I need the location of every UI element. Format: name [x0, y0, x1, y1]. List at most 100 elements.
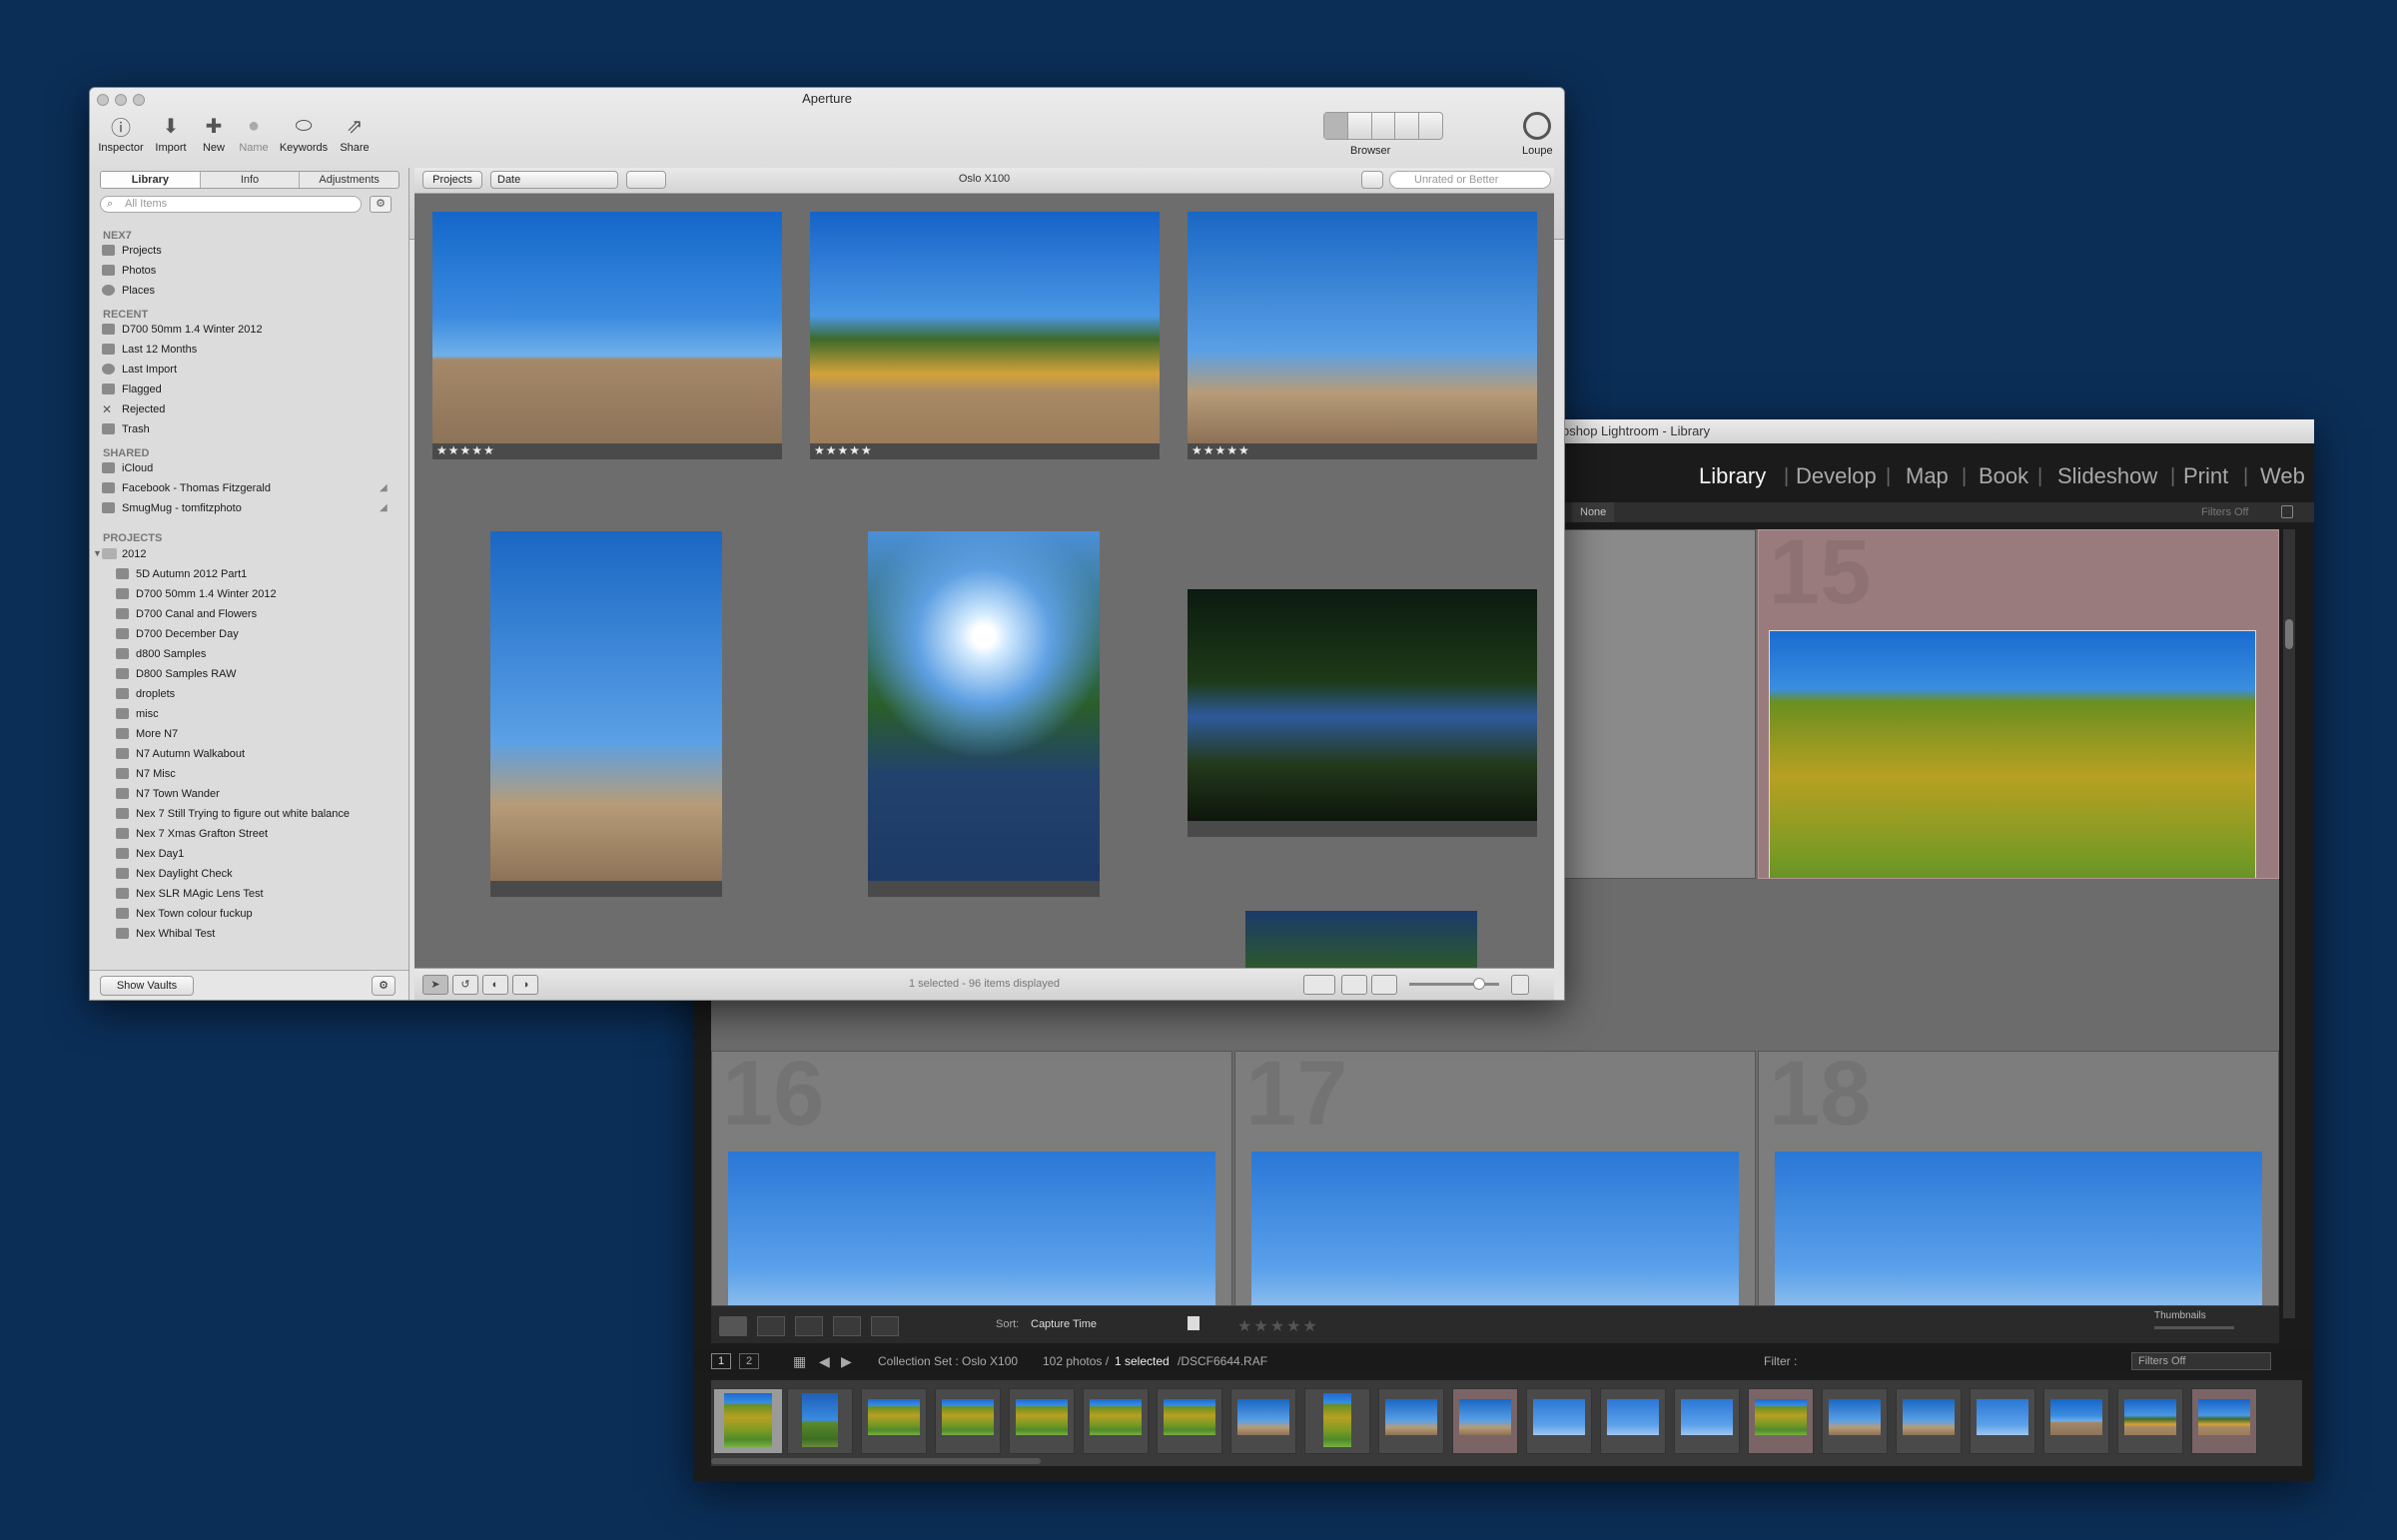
- sidebar-item-facebook[interactable]: Facebook - Thomas Fitzgerald: [102, 480, 271, 496]
- sidebar-item-project[interactable]: Nex 7 Xmas Grafton Street: [116, 826, 268, 842]
- sidebar-item-project[interactable]: D700 December Day: [116, 626, 239, 642]
- filmstrip-thumb[interactable]: [1674, 1388, 1740, 1454]
- browser-view-button[interactable]: [1324, 113, 1348, 139]
- filter-none[interactable]: None: [1572, 502, 1614, 522]
- filmstrip-thumb-selected[interactable]: [713, 1388, 783, 1454]
- filmstrip-thumb[interactable]: [1748, 1388, 1814, 1454]
- lock-icon[interactable]: [2281, 505, 2293, 518]
- library-filter-input[interactable]: All Items: [100, 196, 362, 213]
- show-vaults-button[interactable]: Show Vaults: [100, 976, 194, 996]
- survey-view-icon[interactable]: [833, 1316, 861, 1336]
- filmstrip-thumb[interactable]: [787, 1388, 853, 1454]
- display-1-button[interactable]: 1: [711, 1353, 731, 1369]
- scroll-thumb[interactable]: [2285, 619, 2293, 649]
- sidebar-item-project[interactable]: Nex Town colour fuckup: [116, 906, 253, 922]
- sidebar-item-project[interactable]: D700 Canal and Flowers: [116, 606, 257, 622]
- filmstrip-thumb[interactable]: [1822, 1388, 1888, 1454]
- module-map[interactable]: Map: [1906, 463, 1949, 489]
- sidebar-item-recent[interactable]: D700 50mm 1.4 Winter 2012: [102, 322, 263, 338]
- photo-lamp-post[interactable]: [1188, 212, 1537, 443]
- filmstrip-thumb[interactable]: [1452, 1388, 1518, 1454]
- forward-arrow-icon[interactable]: ▶: [841, 1350, 852, 1372]
- sidebar-item-project[interactable]: More N7: [116, 726, 178, 742]
- sidebar-item-project[interactable]: Nex Daylight Check: [116, 866, 233, 882]
- sidebar-item-project[interactable]: D800 Samples RAW: [116, 666, 236, 682]
- rating-filter-field[interactable]: Unrated or Better: [1389, 171, 1551, 189]
- filmstrip-thumb[interactable]: [935, 1388, 1001, 1454]
- grid-cell[interactable]: 16: [711, 1051, 1232, 1318]
- sidebar-item-flagged[interactable]: Flagged: [102, 382, 162, 397]
- filmstrip-thumb[interactable]: [861, 1388, 927, 1454]
- photo-sunburst-path[interactable]: [868, 531, 1100, 881]
- faces-view-button[interactable]: [1395, 113, 1419, 139]
- file-name[interactable]: /DSCF6644.RAF: [1178, 1350, 1267, 1372]
- rating-stars[interactable]: ★★★★★: [432, 443, 782, 459]
- sidebar-item-project[interactable]: N7 Town Wander: [116, 786, 220, 802]
- thumbnail-park-trees[interactable]: [1769, 630, 2256, 879]
- sort-select[interactable]: Capture Time: [1031, 1318, 1097, 1330]
- filmstrip-thumb[interactable]: [1157, 1388, 1222, 1454]
- flag-icon[interactable]: [1188, 1316, 1199, 1330]
- sidebar-item-smugmug[interactable]: SmugMug - tomfitzphoto: [102, 500, 242, 516]
- keywords-button[interactable]: ⬭Keywords: [276, 112, 332, 154]
- filmstrip-thumb[interactable]: [1896, 1388, 1962, 1454]
- thumbnail-flags[interactable]: [1775, 1152, 2262, 1318]
- filmstrip-scrollbar[interactable]: [711, 1458, 1041, 1464]
- filmstrip-filter-select[interactable]: Filters Off: [2131, 1352, 2271, 1370]
- module-slideshow[interactable]: Slideshow: [2057, 463, 2157, 489]
- sidebar-item-places[interactable]: Places: [102, 283, 155, 299]
- sidebar-item-projects[interactable]: Projects: [102, 243, 162, 259]
- module-library[interactable]: Library: [1699, 463, 1766, 489]
- gear-button[interactable]: ⚙: [372, 976, 396, 996]
- filters-off-top[interactable]: Filters Off: [2201, 502, 2248, 522]
- library-gear-button[interactable]: ⚙: [370, 196, 392, 213]
- sidebar-item-project[interactable]: Nex Whibal Test: [116, 926, 215, 942]
- sidebar-folder-2012[interactable]: 2012: [102, 546, 146, 562]
- new-button[interactable]: ✚New: [194, 112, 234, 154]
- loupe-icon[interactable]: [1523, 112, 1551, 140]
- viewer-button[interactable]: [1341, 975, 1367, 995]
- rating-stars[interactable]: ★★★★★: [1188, 443, 1537, 459]
- filmstrip-thumb[interactable]: [1009, 1388, 1075, 1454]
- grid-scrollbar[interactable]: [2283, 529, 2295, 1318]
- large-thumb-icon[interactable]: [1511, 975, 1529, 995]
- metadata-overlay-button[interactable]: [1303, 975, 1335, 995]
- grid-cell-selected[interactable]: 15 ★★★★★: [1758, 529, 2279, 879]
- disclosure-triangle-icon[interactable]: ▼: [93, 548, 102, 558]
- module-print[interactable]: Print: [2183, 463, 2228, 489]
- filmstrip-thumb[interactable]: [1970, 1388, 2035, 1454]
- sidebar-item-project[interactable]: d800 Samples: [116, 646, 206, 662]
- sidebar-item-icloud[interactable]: iCloud: [102, 460, 153, 476]
- people-view-icon[interactable]: [871, 1316, 899, 1336]
- photo-portrait-square[interactable]: [490, 531, 722, 881]
- thumbnail-flags[interactable]: [1251, 1152, 1739, 1318]
- module-web[interactable]: Web: [2260, 463, 2305, 489]
- thumbnail-flags[interactable]: [728, 1152, 1215, 1318]
- viewer-view-button[interactable]: [1372, 113, 1396, 139]
- split-view-button[interactable]: [1348, 113, 1372, 139]
- compare-view-icon[interactable]: [795, 1316, 823, 1336]
- toolbar-rating-stars[interactable]: ★★★★★: [1237, 1316, 1319, 1336]
- sidebar-item-rejected[interactable]: ✕Rejected: [102, 401, 165, 417]
- sidebar-item-project[interactable]: Nex 7 Still Trying to figure out white b…: [116, 806, 350, 822]
- filmstrip-thumb[interactable]: [1230, 1388, 1296, 1454]
- places-view-button[interactable]: [1419, 113, 1442, 139]
- filmstrip-thumb[interactable]: [1304, 1388, 1370, 1454]
- tab-library[interactable]: Library: [101, 172, 201, 188]
- sidebar-item-project[interactable]: Nex SLR MAgic Lens Test: [116, 886, 264, 902]
- filmstrip-thumb[interactable]: [1600, 1388, 1666, 1454]
- grid-icon[interactable]: ▦: [793, 1350, 806, 1372]
- sidebar-item-recent[interactable]: Last Import: [102, 362, 177, 378]
- filter-hud-button[interactable]: [1361, 171, 1383, 189]
- collection-path[interactable]: Collection Set : Oslo X100: [878, 1350, 1018, 1372]
- sidebar-item-project[interactable]: 5D Autumn 2012 Part1: [116, 566, 247, 582]
- back-arrow-icon[interactable]: ◀: [819, 1350, 830, 1372]
- filmstrip-thumb[interactable]: [2043, 1388, 2109, 1454]
- tab-info[interactable]: Info: [201, 172, 301, 188]
- photo-partial[interactable]: [1245, 911, 1477, 968]
- sidebar-item-project[interactable]: Nex Day1: [116, 846, 184, 862]
- display-2-button[interactable]: 2: [739, 1353, 759, 1369]
- sidebar-item-project[interactable]: N7 Misc: [116, 766, 176, 782]
- sidebar-item-project[interactable]: N7 Autumn Walkabout: [116, 746, 245, 762]
- slider-knob[interactable]: [1473, 978, 1485, 990]
